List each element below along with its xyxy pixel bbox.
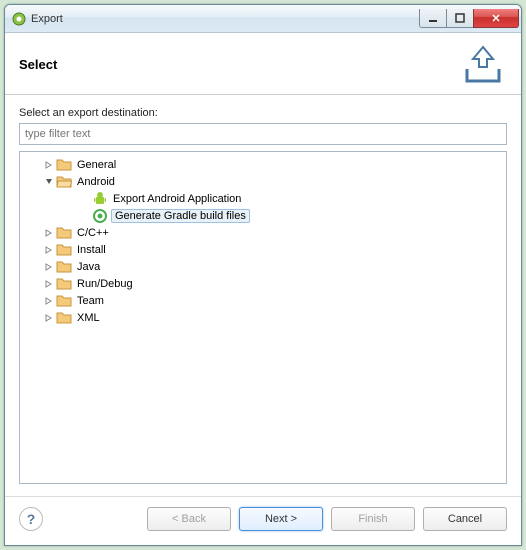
gradle-icon: [92, 208, 108, 224]
folder-icon: [56, 259, 72, 275]
tree-label: Export Android Application: [111, 192, 243, 206]
folder-icon: [56, 276, 72, 292]
folder-icon: [56, 242, 72, 258]
tree-item-export-android-app[interactable]: Export Android Application: [76, 190, 504, 207]
folder-icon: [56, 310, 72, 326]
filter-input[interactable]: [19, 123, 507, 145]
tree-node-general[interactable]: General: [40, 156, 504, 173]
tree-item-generate-gradle[interactable]: Generate Gradle build files: [76, 207, 504, 224]
tree-node-java[interactable]: Java: [40, 258, 504, 275]
expand-icon[interactable]: [42, 277, 56, 291]
app-icon: [11, 11, 27, 27]
tree-node-rundebug[interactable]: Run/Debug: [40, 275, 504, 292]
expand-icon[interactable]: [42, 260, 56, 274]
finish-button[interactable]: Finish: [331, 507, 415, 531]
help-button[interactable]: ?: [19, 507, 43, 531]
tree-node-team[interactable]: Team: [40, 292, 504, 309]
folder-icon: [56, 157, 72, 173]
expand-icon[interactable]: [42, 243, 56, 257]
tree-label: Run/Debug: [75, 277, 135, 291]
close-button[interactable]: [473, 9, 519, 28]
tree-label: XML: [75, 311, 102, 325]
tree-label: Team: [75, 294, 106, 308]
tree-label: Android: [75, 175, 117, 189]
folder-icon: [56, 225, 72, 241]
dialog-content: Select an export destination: General An…: [5, 95, 521, 496]
window-title: Export: [31, 13, 420, 25]
header-title: Select: [19, 57, 459, 72]
tree-label: Java: [75, 260, 102, 274]
export-tree[interactable]: General Android Export Android Applicati…: [19, 151, 507, 484]
back-button[interactable]: < Back: [147, 507, 231, 531]
tree-node-ccpp[interactable]: C/C++: [40, 224, 504, 241]
expand-icon[interactable]: [42, 311, 56, 325]
titlebar[interactable]: Export: [5, 5, 521, 33]
expand-icon[interactable]: [42, 294, 56, 308]
android-icon: [92, 191, 108, 207]
tree-node-xml[interactable]: XML: [40, 309, 504, 326]
folder-icon: [56, 293, 72, 309]
cancel-button[interactable]: Cancel: [423, 507, 507, 531]
tree-label: Install: [75, 243, 108, 257]
tree-label: General: [75, 158, 118, 172]
window-controls: [420, 9, 519, 29]
minimize-button[interactable]: [419, 9, 447, 28]
tree-node-android[interactable]: Android: [40, 173, 504, 190]
tree-label: C/C++: [75, 226, 111, 240]
expand-icon[interactable]: [42, 226, 56, 240]
button-bar: ? < Back Next > Finish Cancel: [5, 496, 521, 545]
export-dialog: Export Select Select an export destinati…: [4, 4, 522, 546]
tree-label-selected: Generate Gradle build files: [111, 209, 250, 223]
prompt-label: Select an export destination:: [19, 107, 507, 119]
maximize-button[interactable]: [446, 9, 474, 28]
tree-node-install[interactable]: Install: [40, 241, 504, 258]
export-icon: [459, 41, 507, 89]
collapse-icon[interactable]: [42, 175, 56, 189]
expand-icon[interactable]: [42, 158, 56, 172]
dialog-header: Select: [5, 33, 521, 95]
folder-open-icon: [56, 174, 72, 190]
next-button[interactable]: Next >: [239, 507, 323, 531]
